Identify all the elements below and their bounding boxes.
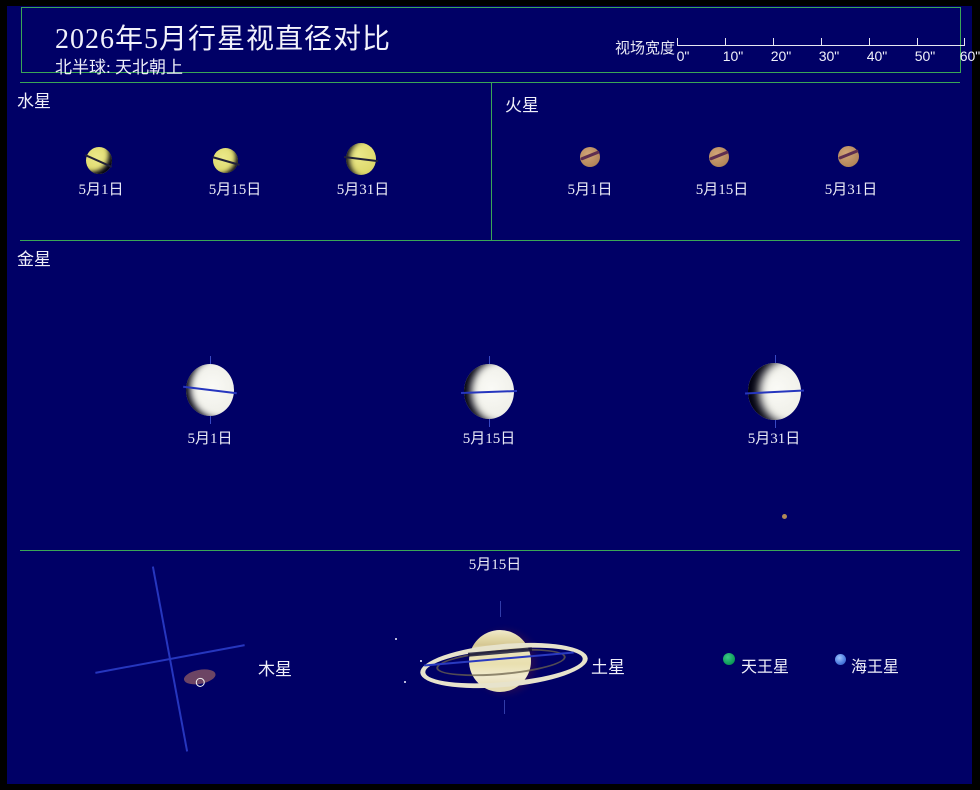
saturn-axis-line bbox=[504, 700, 505, 714]
header-box: 2026年5月行星视直径对比 北半球: 天北朝上 视场宽度 0" 10" 20"… bbox=[21, 7, 980, 77]
ruler-tick-label: 40" bbox=[866, 48, 888, 64]
jupiter-label: 木星 bbox=[258, 660, 292, 679]
section-divider-vertical bbox=[491, 82, 492, 240]
mars-section-label: 火星 bbox=[505, 96, 539, 115]
jupiter-globe bbox=[81, 570, 258, 747]
date-label: 5月15日 bbox=[695, 182, 749, 198]
section-divider bbox=[20, 550, 960, 551]
mars-disk-may31 bbox=[838, 146, 859, 167]
jupiter-disk bbox=[81, 566, 258, 752]
mars-band bbox=[838, 149, 859, 161]
ruler-tick bbox=[773, 38, 774, 46]
venus-disk-may1 bbox=[183, 356, 237, 424]
ruler-tick bbox=[917, 38, 918, 46]
date-label: 5月31日 bbox=[336, 182, 390, 198]
neptune-label: 海王星 bbox=[851, 659, 900, 676]
venus-equator-line bbox=[460, 389, 518, 394]
star-dot bbox=[404, 681, 406, 683]
ruler-tick bbox=[964, 38, 965, 46]
date-label: 5月15日 bbox=[468, 557, 522, 573]
mars-disk-may15 bbox=[709, 147, 729, 167]
planet-comparison-window: 2026年5月行星视直径对比 北半球: 天北朝上 视场宽度 0" 10" 20"… bbox=[0, 0, 980, 790]
ruler-tick-label: 30" bbox=[818, 48, 840, 64]
date-label: 5月1日 bbox=[78, 182, 124, 198]
star-dot bbox=[395, 638, 397, 640]
venus-section-label: 金星 bbox=[17, 250, 51, 269]
date-label: 5月1日 bbox=[567, 182, 613, 198]
ruler-tick bbox=[677, 38, 678, 46]
mercury-equator-line bbox=[344, 156, 378, 163]
star-dot bbox=[420, 660, 422, 662]
jupiter-moon-shadow-marker bbox=[195, 677, 206, 688]
date-label: 5月1日 bbox=[187, 431, 233, 447]
venus-disk-may15 bbox=[460, 356, 518, 427]
saturn-label: 土星 bbox=[591, 658, 625, 677]
uranus-disk bbox=[723, 653, 735, 665]
mars-band bbox=[580, 150, 600, 161]
mercury-disk-may15 bbox=[211, 148, 240, 173]
mercury-equator-line bbox=[85, 154, 113, 168]
ruler-tick-label: 10" bbox=[722, 48, 744, 64]
mercury-disk-may1 bbox=[85, 147, 113, 174]
saturn-axis-line bbox=[500, 601, 501, 617]
venus-equator-line bbox=[744, 389, 805, 394]
section-divider bbox=[20, 240, 960, 241]
page-title: 2026年5月行星视直径对比 bbox=[55, 24, 392, 55]
mars-disk-may1 bbox=[580, 147, 600, 167]
date-label: 5月31日 bbox=[747, 431, 801, 447]
date-label: 5月31日 bbox=[824, 182, 878, 198]
jupiter-equator-line bbox=[95, 644, 245, 674]
neptune-disk bbox=[835, 654, 846, 665]
mercury-equator-line bbox=[211, 156, 240, 166]
mercury-section-label: 水星 bbox=[17, 92, 51, 111]
page-subtitle: 北半球: 天北朝上 bbox=[55, 58, 183, 77]
date-label: 5月15日 bbox=[462, 431, 516, 447]
mars-band bbox=[709, 150, 729, 161]
venus-disk-may31 bbox=[744, 355, 805, 428]
ruler-tick bbox=[821, 38, 822, 46]
date-label: 5月15日 bbox=[208, 182, 262, 198]
ruler-tick bbox=[869, 38, 870, 46]
mercury-disk-may31 bbox=[344, 143, 378, 175]
section-divider bbox=[20, 82, 960, 83]
venus-equator-line bbox=[183, 386, 237, 395]
ruler-tick-label: 0" bbox=[676, 48, 690, 64]
ruler-tick-label: 20" bbox=[770, 48, 792, 64]
ruler-tick-label: 50" bbox=[914, 48, 936, 64]
ruler-tick-label: 60" bbox=[959, 48, 980, 64]
uranus-label: 天王星 bbox=[741, 659, 790, 676]
ruler-tick bbox=[725, 38, 726, 46]
faint-star-dot bbox=[782, 514, 787, 519]
